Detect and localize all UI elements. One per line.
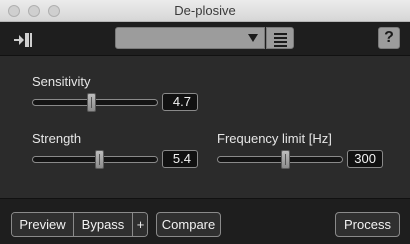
sensitivity-value-field[interactable]: 4.7: [162, 93, 198, 111]
strength-slider[interactable]: [32, 150, 158, 169]
chevron-down-icon: [248, 34, 258, 42]
process-button[interactable]: Process: [335, 212, 400, 237]
frequency-limit-label: Frequency limit [Hz]: [217, 131, 332, 146]
strength-thumb[interactable]: [95, 150, 104, 169]
sensitivity-label: Sensitivity: [32, 74, 91, 89]
frequency-limit-value-field[interactable]: 300: [347, 150, 383, 168]
preset-dropdown[interactable]: [115, 27, 265, 49]
preview-button[interactable]: Preview: [12, 213, 73, 236]
plug-arrow-icon[interactable]: [12, 30, 34, 50]
preview-bypass-group: Preview Bypass +: [11, 212, 148, 237]
sensitivity-slider[interactable]: [32, 93, 158, 112]
strength-label: Strength: [32, 131, 82, 146]
frequency-limit-slider[interactable]: [217, 150, 343, 169]
add-button[interactable]: +: [132, 213, 147, 236]
bypass-button[interactable]: Bypass: [73, 213, 132, 236]
toolbar: ?: [0, 22, 410, 56]
title-bar: De-plosive: [0, 0, 410, 22]
frequency-limit-track: [217, 156, 343, 163]
list-icon: [274, 33, 287, 49]
preset-menu-button[interactable]: [266, 27, 294, 49]
sensitivity-thumb[interactable]: [87, 93, 96, 112]
help-button[interactable]: ?: [378, 27, 400, 49]
compare-button[interactable]: Compare: [156, 212, 221, 237]
strength-value-field[interactable]: 5.4: [162, 150, 198, 168]
controls-panel: Sensitivity 4.7 Strength 5.4 Frequency l…: [0, 57, 410, 197]
bottom-bar: Preview Bypass + Compare Process: [0, 198, 410, 244]
window-title: De-plosive: [174, 3, 236, 18]
frequency-limit-thumb[interactable]: [281, 150, 290, 169]
